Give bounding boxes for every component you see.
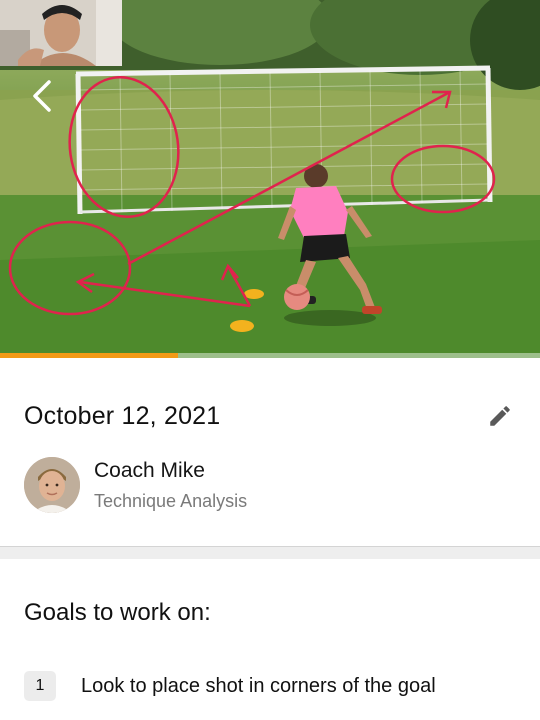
goal-text: Look to place shot in corners of the goa… [81, 674, 436, 697]
video-player[interactable] [0, 0, 540, 358]
back-button[interactable] [26, 78, 58, 114]
goal-number-badge: 1 [24, 671, 56, 701]
session-date: October 12, 2021 [24, 402, 221, 430]
pencil-icon [490, 406, 510, 426]
edit-button[interactable] [484, 400, 516, 432]
goals-section: Goals to work on: 1 Look to place shot i… [0, 559, 540, 720]
session-header: October 12, 2021 Coach Mike Technique An… [0, 358, 540, 546]
section-divider [0, 546, 540, 559]
coach-info[interactable]: Coach Mike Technique Analysis [24, 457, 247, 513]
chevron-left-icon [33, 80, 51, 112]
coach-name: Coach Mike [94, 458, 205, 482]
avatar [24, 457, 80, 513]
list-item: 1 Look to place shot in corners of the g… [24, 671, 436, 701]
coach-role: Technique Analysis [94, 490, 248, 511]
coach-camera-thumbnail[interactable] [0, 0, 122, 66]
goals-title: Goals to work on: [24, 599, 211, 626]
